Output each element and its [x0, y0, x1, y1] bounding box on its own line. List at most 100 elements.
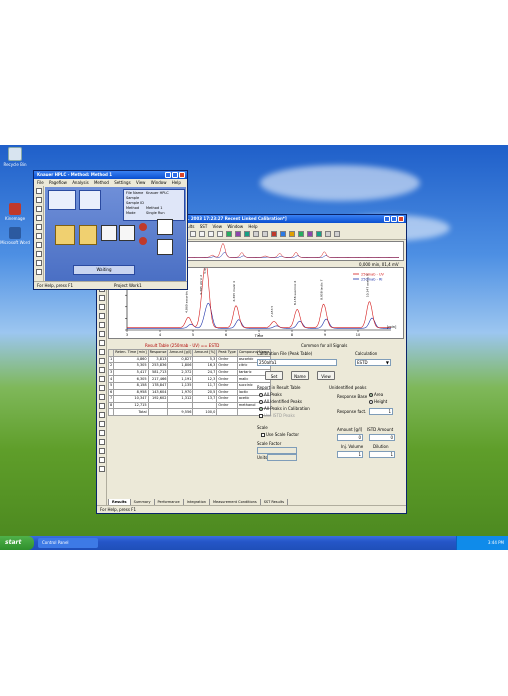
tool-strip-icon[interactable]	[98, 349, 105, 355]
menu-pageflow[interactable]: Pageflow	[49, 180, 67, 185]
menu-help[interactable]: Help	[248, 224, 257, 229]
column-icon[interactable]	[79, 225, 97, 245]
tool-strip-icon[interactable]	[98, 322, 105, 328]
toolbar-button-icon[interactable]	[280, 231, 286, 237]
tool-strip-icon[interactable]	[98, 385, 105, 391]
toolbar-button-icon[interactable]	[244, 231, 250, 237]
toolbar-button-icon[interactable]	[289, 231, 295, 237]
radio-area[interactable]: Area	[369, 392, 383, 397]
tool-strip-icon[interactable]	[98, 421, 105, 427]
result-table[interactable]: Reten. Time [min] Response Amount [g/l] Amo…	[107, 349, 272, 416]
chromatogram-view-icon[interactable]	[157, 219, 173, 235]
table-row[interactable]: 7 10,347 192,602 1,312 13,7 Ordnr acetic	[107, 395, 272, 403]
menu-view[interactable]: View	[136, 180, 146, 185]
table-row[interactable]: Total 9,556 100,0	[107, 408, 272, 416]
response-fact-field[interactable]: 1	[369, 408, 393, 415]
radio-all-peaks[interactable]: All Peaks	[259, 392, 282, 397]
tool-strip-icon[interactable]	[98, 331, 105, 337]
maximize-icon[interactable]	[391, 216, 397, 222]
radio-calibration-peaks[interactable]: All Peaks in Calibration	[259, 406, 310, 411]
table-row[interactable]: 5 8,158 178,847 1,135 11,7 Ordnr succinic	[107, 381, 272, 390]
tool-strip-icon[interactable]	[35, 224, 42, 230]
taskbar-item-control-panel[interactable]: Control Panel	[38, 538, 98, 548]
sample-icon[interactable]	[48, 190, 76, 210]
toolbar-button-icon[interactable]	[307, 231, 313, 237]
toolbar-button-icon[interactable]	[253, 231, 259, 237]
toolbar-button-icon[interactable]	[217, 231, 223, 237]
start-button[interactable]: start	[0, 536, 34, 550]
tool-strip-icon[interactable]	[35, 188, 42, 194]
table-row[interactable]: 4 6,305 217,466 1,191 12,3 Ordnr malic	[107, 375, 272, 383]
tool-strip-icon[interactable]	[98, 457, 105, 463]
tool-strip-icon[interactable]	[35, 269, 42, 275]
toolbar-button-icon[interactable]	[235, 231, 241, 237]
tool-strip-icon[interactable]	[98, 358, 105, 364]
table-row[interactable]: 8 12,715 Ordnr methanol	[107, 401, 272, 410]
minimize-icon[interactable]	[165, 172, 171, 178]
menu-sst[interactable]: SST	[200, 224, 208, 229]
calib-file-field[interactable]: 250alfa1	[257, 359, 337, 366]
menu-analysis[interactable]: Analysis	[72, 180, 88, 185]
tool-strip-icon[interactable]	[98, 466, 105, 472]
close-icon[interactable]	[179, 172, 185, 178]
close-icon[interactable]	[398, 216, 404, 222]
detector-icon[interactable]	[119, 225, 135, 241]
menu-view[interactable]: View	[213, 224, 223, 229]
toolbar-button-icon[interactable]	[190, 231, 196, 237]
table-row[interactable]: 1 4,860 3,813 0,827 5,3 Ordnr ascorbic	[107, 355, 272, 364]
tool-strip-icon[interactable]	[98, 448, 105, 454]
tool-strip-icon[interactable]	[98, 439, 105, 445]
tool-strip-icon[interactable]	[35, 233, 42, 239]
view-button[interactable]: View	[317, 371, 335, 380]
tool-strip-icon[interactable]	[35, 206, 42, 212]
tool-strip-icon[interactable]	[35, 197, 42, 203]
set-button[interactable]: Set	[265, 371, 283, 380]
table-header-cell[interactable]: Reten. Time [min]	[113, 349, 149, 357]
tool-strip-icon[interactable]	[35, 260, 42, 266]
name-button[interactable]: Name	[291, 371, 309, 380]
radio-identified-peaks[interactable]: All Identified Peaks	[259, 399, 302, 404]
desktop-icon-recycle-bin[interactable]: Recycle Bin	[0, 147, 30, 167]
tool-strip-icon[interactable]	[98, 430, 105, 436]
toolbar-button-icon[interactable]	[262, 231, 268, 237]
menu-method[interactable]: Method	[94, 180, 109, 185]
toolbar-button-icon[interactable]	[226, 231, 232, 237]
tool-strip-icon[interactable]	[35, 215, 42, 221]
table-row[interactable]: 6 8,958 143,604 1,970 20,5 Ordnr lactic	[107, 388, 272, 397]
tool-strip-icon[interactable]	[98, 367, 105, 373]
table-header-cell[interactable]: Amount [%]	[192, 349, 218, 357]
menu-file[interactable]: File	[37, 180, 44, 185]
radio-height[interactable]: Height	[369, 399, 387, 404]
units-field[interactable]	[267, 454, 297, 461]
maximize-icon[interactable]	[172, 172, 178, 178]
toolbar-button-icon[interactable]	[334, 231, 340, 237]
tool-strip-icon[interactable]	[35, 251, 42, 257]
table-header-cell[interactable]: Response	[147, 349, 169, 357]
toolbar-button-icon[interactable]	[316, 231, 322, 237]
tool-strip-icon[interactable]	[98, 340, 105, 346]
tool-strip-icon[interactable]	[98, 304, 105, 310]
scale-factor-field[interactable]	[257, 447, 297, 454]
tool-strip-icon[interactable]	[98, 403, 105, 409]
menu-window[interactable]: Window	[151, 180, 167, 185]
desktop-icon-kinemage[interactable]: Kinemage	[0, 203, 30, 221]
toolbar-button-icon[interactable]	[208, 231, 214, 237]
inj-volume-field[interactable]: 1	[337, 451, 363, 458]
istd-amount-field[interactable]: 0	[369, 434, 395, 441]
table-row[interactable]: 2 5,305 253,836 1,806 16,3 Ordnr citric	[107, 362, 272, 370]
use-scale-checkbox[interactable]: Use Scale Factor	[261, 432, 299, 437]
menu-window[interactable]: Window	[227, 224, 243, 229]
tool-strip-icon[interactable]	[98, 376, 105, 382]
toolbar-button-icon[interactable]	[298, 231, 304, 237]
menu-help[interactable]: Help	[172, 180, 181, 185]
table-header-cell[interactable]: Amount [g/l]	[167, 349, 194, 357]
amount-field[interactable]: 0	[337, 434, 363, 441]
table-header-cell[interactable]: Peak Type	[216, 349, 238, 357]
toolbar-button-icon[interactable]	[199, 231, 205, 237]
menu-settings[interactable]: Settings	[114, 180, 130, 185]
tool-strip-icon[interactable]	[35, 242, 42, 248]
report-icon[interactable]	[157, 239, 173, 255]
toolbar-button-icon[interactable]	[271, 231, 277, 237]
tool-strip-icon[interactable]	[98, 295, 105, 301]
tool-strip-icon[interactable]	[98, 412, 105, 418]
